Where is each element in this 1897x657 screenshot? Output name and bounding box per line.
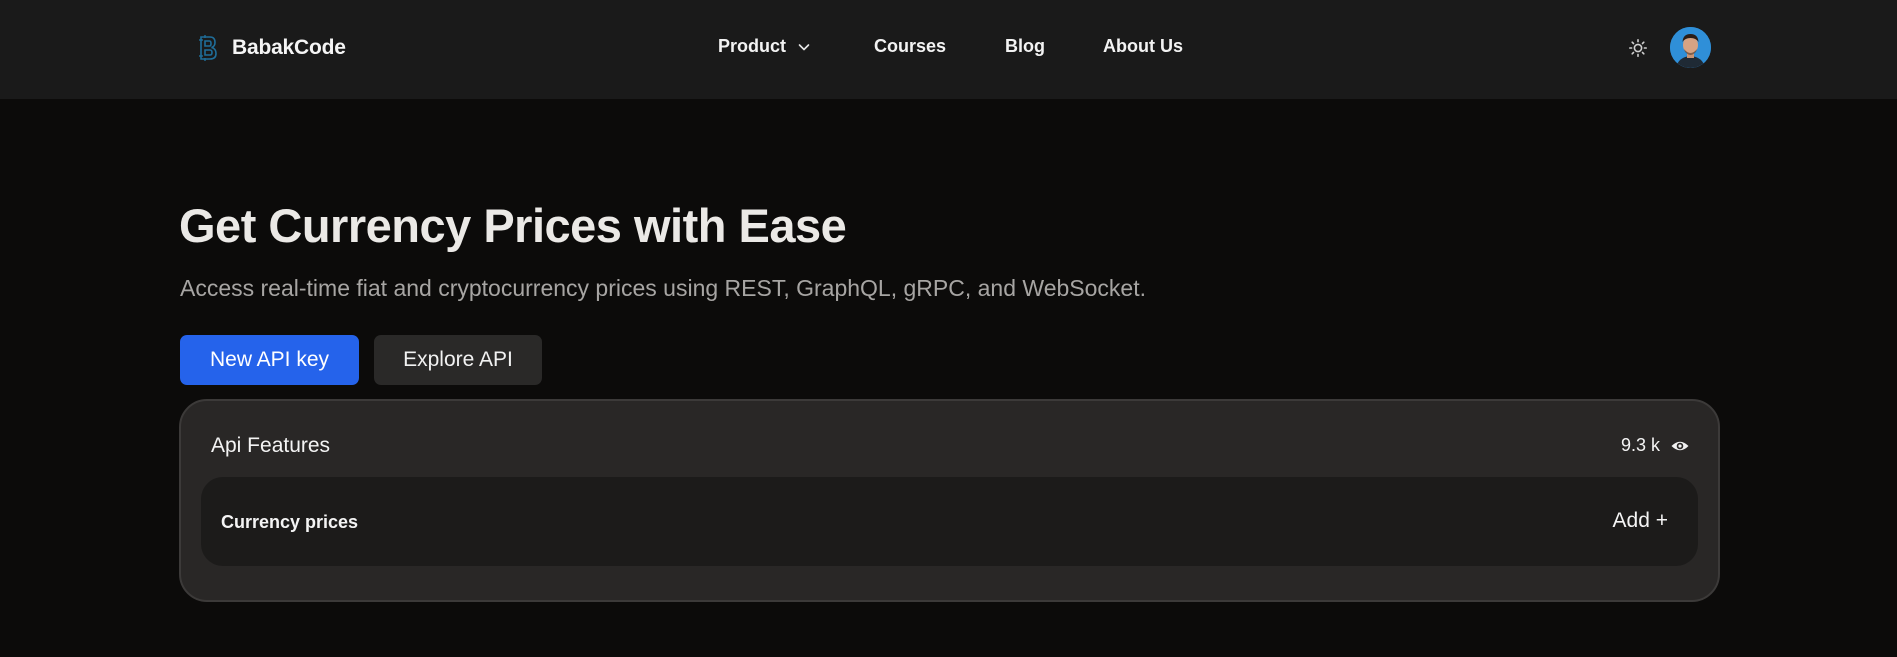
nav-courses[interactable]: Courses xyxy=(874,36,946,57)
nav-courses-label: Courses xyxy=(874,36,947,56)
eye-icon xyxy=(1671,441,1689,450)
feature-row: Currency prices Add + xyxy=(201,477,1698,566)
nav-about-us[interactable]: About Us xyxy=(1103,36,1183,57)
sun-icon xyxy=(1628,38,1648,58)
chevron-down-icon xyxy=(798,43,810,50)
theme-toggle-button[interactable] xyxy=(1628,38,1648,58)
add-feature-button[interactable]: Add + xyxy=(1613,509,1668,533)
new-api-key-button[interactable]: New API key xyxy=(180,335,359,385)
card-title: Api Features xyxy=(211,434,331,457)
hero-title: Get Currency Prices with Ease xyxy=(179,199,847,252)
user-avatar[interactable] xyxy=(1670,27,1711,68)
nav-product[interactable]: Product xyxy=(718,36,812,57)
nav-about-label: About Us xyxy=(1103,36,1183,56)
nav-product-label: Product xyxy=(718,36,787,56)
hero-subtitle: Access real-time fiat and cryptocurrency… xyxy=(180,275,1146,301)
main-nav: Product Courses Blog About Us xyxy=(0,36,1897,60)
user-avatar-image xyxy=(1670,27,1711,68)
views-counter: 9.3 k xyxy=(1621,435,1690,456)
top-navbar: BabakCode Product Courses Blog About Us xyxy=(0,0,1897,99)
feature-name: Currency prices xyxy=(221,512,359,532)
nav-blog-label: Blog xyxy=(1005,36,1045,56)
explore-api-button[interactable]: Explore API xyxy=(374,335,542,385)
api-features-card: Api Features 9.3 k Currency prices Add + xyxy=(179,399,1720,602)
nav-blog[interactable]: Blog xyxy=(1005,36,1045,57)
views-count: 9.3 k xyxy=(1620,435,1660,455)
